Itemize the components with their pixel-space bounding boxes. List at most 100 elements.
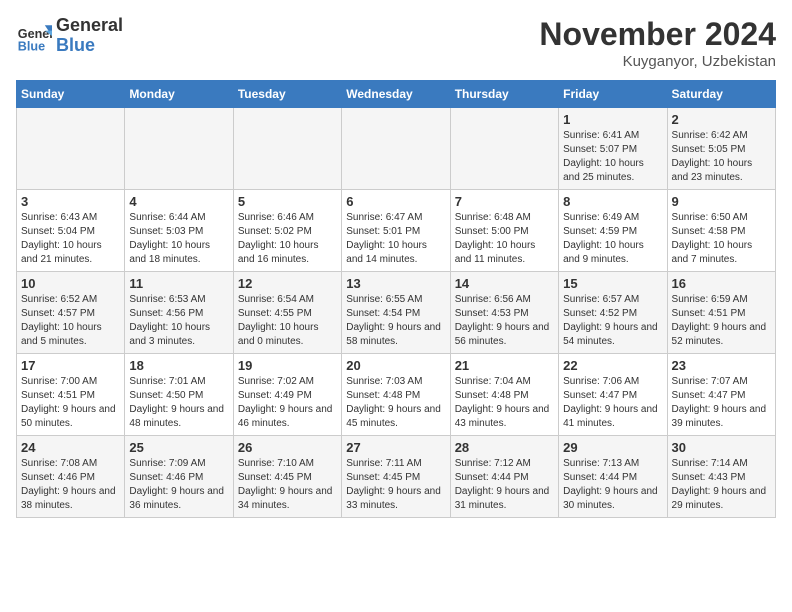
day-info: Sunrise: 6:41 AM Sunset: 5:07 PM Dayligh… — [563, 129, 662, 185]
day-info: Sunrise: 6:44 AM Sunset: 5:03 PM Dayligh… — [129, 211, 228, 267]
calendar-day-cell: 30Sunrise: 7:14 AM Sunset: 4:43 PM Dayli… — [667, 436, 775, 518]
calendar-day-cell: 10 Sunrise: 6:52 AM Sunset: 4:57 PM Dayli… — [17, 272, 125, 354]
day-info: Sunrise: 7:03 AM Sunset: 4:48 PM Dayligh… — [346, 375, 445, 431]
logo-text: General Blue — [56, 16, 123, 56]
day-number: 18 — [129, 358, 228, 373]
calendar-day-cell — [342, 108, 450, 190]
calendar-day-cell: 7 Sunrise: 6:48 AM Sunset: 5:00 PM Daylig… — [450, 190, 558, 272]
day-number: 7 — [455, 194, 554, 209]
calendar-day-cell: 28Sunrise: 7:12 AM Sunset: 4:44 PM Dayli… — [450, 436, 558, 518]
day-number: 9 — [672, 194, 771, 209]
day-number: 28 — [455, 440, 554, 455]
weekday-header: Wednesday — [342, 81, 450, 108]
day-number: 2 — [672, 112, 771, 127]
day-info: Sunrise: 7:01 AM Sunset: 4:50 PM Dayligh… — [129, 375, 228, 431]
day-number: 4 — [129, 194, 228, 209]
day-number: 10 — [21, 276, 120, 291]
calendar-thead: SundayMondayTuesdayWednesdayThursdayFrid… — [17, 81, 776, 108]
calendar-week-row: 3 Sunrise: 6:43 AM Sunset: 5:04 PM Daylig… — [17, 190, 776, 272]
day-number: 16 — [672, 276, 771, 291]
location: Kuyganyor, Uzbekistan — [539, 53, 776, 70]
day-info: Sunrise: 6:48 AM Sunset: 5:00 PM Dayligh… — [455, 211, 554, 267]
calendar-week-row: 10 Sunrise: 6:52 AM Sunset: 4:57 PM Dayli… — [17, 272, 776, 354]
calendar-table: SundayMondayTuesdayWednesdayThursdayFrid… — [16, 80, 776, 518]
calendar-day-cell: 26Sunrise: 7:10 AM Sunset: 4:45 PM Dayli… — [233, 436, 341, 518]
calendar-day-cell: 23 Sunrise: 7:07 AM Sunset: 4:47 PM Dayli… — [667, 354, 775, 436]
month-title: November 2024 — [539, 16, 776, 53]
logo-icon: General Blue — [16, 18, 52, 54]
calendar-day-cell: 27 Sunrise: 7:11 AM Sunset: 4:45 PM Dayli… — [342, 436, 450, 518]
logo: General Blue General Blue — [16, 16, 123, 56]
svg-text:Blue: Blue — [18, 39, 45, 53]
calendar-day-cell: 25 Sunrise: 7:09 AM Sunset: 4:46 PM Dayli… — [125, 436, 233, 518]
weekday-header: Thursday — [450, 81, 558, 108]
calendar-week-row: 1 Sunrise: 6:41 AM Sunset: 5:07 PM Daylig… — [17, 108, 776, 190]
day-number: 6 — [346, 194, 445, 209]
calendar-header: General Blue General Blue November 2024 … — [16, 16, 776, 70]
calendar-day-cell: 3 Sunrise: 6:43 AM Sunset: 5:04 PM Daylig… — [17, 190, 125, 272]
weekday-header: Saturday — [667, 81, 775, 108]
logo-general: General — [56, 16, 123, 36]
calendar-day-cell: 11 Sunrise: 6:53 AM Sunset: 4:56 PM Dayli… — [125, 272, 233, 354]
calendar-day-cell: 19 Sunrise: 7:02 AM Sunset: 4:49 PM Dayli… — [233, 354, 341, 436]
calendar-day-cell: 6 Sunrise: 6:47 AM Sunset: 5:01 PM Daylig… — [342, 190, 450, 272]
day-number: 5 — [238, 194, 337, 209]
day-info: Sunrise: 7:02 AM Sunset: 4:49 PM Dayligh… — [238, 375, 337, 431]
day-number: 25 — [129, 440, 228, 455]
day-info: Sunrise: 7:04 AM Sunset: 4:48 PM Dayligh… — [455, 375, 554, 431]
day-number: 27 — [346, 440, 445, 455]
calendar-body: 1 Sunrise: 6:41 AM Sunset: 5:07 PM Daylig… — [17, 108, 776, 518]
day-number: 20 — [346, 358, 445, 373]
day-info: Sunrise: 6:53 AM Sunset: 4:56 PM Dayligh… — [129, 293, 228, 349]
day-info: Sunrise: 6:50 AM Sunset: 4:58 PM Dayligh… — [672, 211, 771, 267]
calendar-day-cell: 22Sunrise: 7:06 AM Sunset: 4:47 PM Dayli… — [559, 354, 667, 436]
day-number: 29 — [563, 440, 662, 455]
header-row: SundayMondayTuesdayWednesdayThursdayFrid… — [17, 81, 776, 108]
day-info: Sunrise: 6:59 AM Sunset: 4:51 PM Dayligh… — [672, 293, 771, 349]
day-number: 12 — [238, 276, 337, 291]
day-info: Sunrise: 6:57 AM Sunset: 4:52 PM Dayligh… — [563, 293, 662, 349]
day-info: Sunrise: 7:09 AM Sunset: 4:46 PM Dayligh… — [129, 457, 228, 513]
day-info: Sunrise: 6:52 AM Sunset: 4:57 PM Dayligh… — [21, 293, 120, 349]
day-number: 21 — [455, 358, 554, 373]
day-info: Sunrise: 7:11 AM Sunset: 4:45 PM Dayligh… — [346, 457, 445, 513]
calendar-day-cell: 15 Sunrise: 6:57 AM Sunset: 4:52 PM Dayli… — [559, 272, 667, 354]
day-info: Sunrise: 7:07 AM Sunset: 4:47 PM Dayligh… — [672, 375, 771, 431]
calendar-day-cell: 1 Sunrise: 6:41 AM Sunset: 5:07 PM Daylig… — [559, 108, 667, 190]
weekday-header: Sunday — [17, 81, 125, 108]
day-info: Sunrise: 6:46 AM Sunset: 5:02 PM Dayligh… — [238, 211, 337, 267]
calendar-day-cell — [233, 108, 341, 190]
day-info: Sunrise: 6:42 AM Sunset: 5:05 PM Dayligh… — [672, 129, 771, 185]
day-number: 3 — [21, 194, 120, 209]
day-info: Sunrise: 6:43 AM Sunset: 5:04 PM Dayligh… — [21, 211, 120, 267]
day-number: 11 — [129, 276, 228, 291]
calendar-day-cell: 18 Sunrise: 7:01 AM Sunset: 4:50 PM Dayli… — [125, 354, 233, 436]
day-number: 13 — [346, 276, 445, 291]
day-number: 17 — [21, 358, 120, 373]
day-number: 24 — [21, 440, 120, 455]
calendar-day-cell: 20 Sunrise: 7:03 AM Sunset: 4:48 PM Dayli… — [342, 354, 450, 436]
calendar-day-cell: 17Sunrise: 7:00 AM Sunset: 4:51 PM Dayli… — [17, 354, 125, 436]
calendar-day-cell — [125, 108, 233, 190]
day-number: 15 — [563, 276, 662, 291]
day-number: 26 — [238, 440, 337, 455]
day-number: 23 — [672, 358, 771, 373]
weekday-header: Tuesday — [233, 81, 341, 108]
day-info: Sunrise: 6:47 AM Sunset: 5:01 PM Dayligh… — [346, 211, 445, 267]
day-number: 14 — [455, 276, 554, 291]
day-info: Sunrise: 6:56 AM Sunset: 4:53 PM Dayligh… — [455, 293, 554, 349]
calendar-day-cell: 12Sunrise: 6:54 AM Sunset: 4:55 PM Dayli… — [233, 272, 341, 354]
calendar-day-cell: 4 Sunrise: 6:44 AM Sunset: 5:03 PM Daylig… — [125, 190, 233, 272]
calendar-day-cell: 5 Sunrise: 6:46 AM Sunset: 5:02 PM Daylig… — [233, 190, 341, 272]
day-info: Sunrise: 7:13 AM Sunset: 4:44 PM Dayligh… — [563, 457, 662, 513]
day-number: 1 — [563, 112, 662, 127]
calendar-day-cell — [450, 108, 558, 190]
logo-blue: Blue — [56, 36, 123, 56]
day-number: 22 — [563, 358, 662, 373]
calendar-day-cell: 29 Sunrise: 7:13 AM Sunset: 4:44 PM Dayli… — [559, 436, 667, 518]
calendar-week-row: 24Sunrise: 7:08 AM Sunset: 4:46 PM Dayli… — [17, 436, 776, 518]
calendar-day-cell: 24Sunrise: 7:08 AM Sunset: 4:46 PM Dayli… — [17, 436, 125, 518]
day-number: 19 — [238, 358, 337, 373]
calendar-week-row: 17Sunrise: 7:00 AM Sunset: 4:51 PM Dayli… — [17, 354, 776, 436]
day-info: Sunrise: 6:49 AM Sunset: 4:59 PM Dayligh… — [563, 211, 662, 267]
